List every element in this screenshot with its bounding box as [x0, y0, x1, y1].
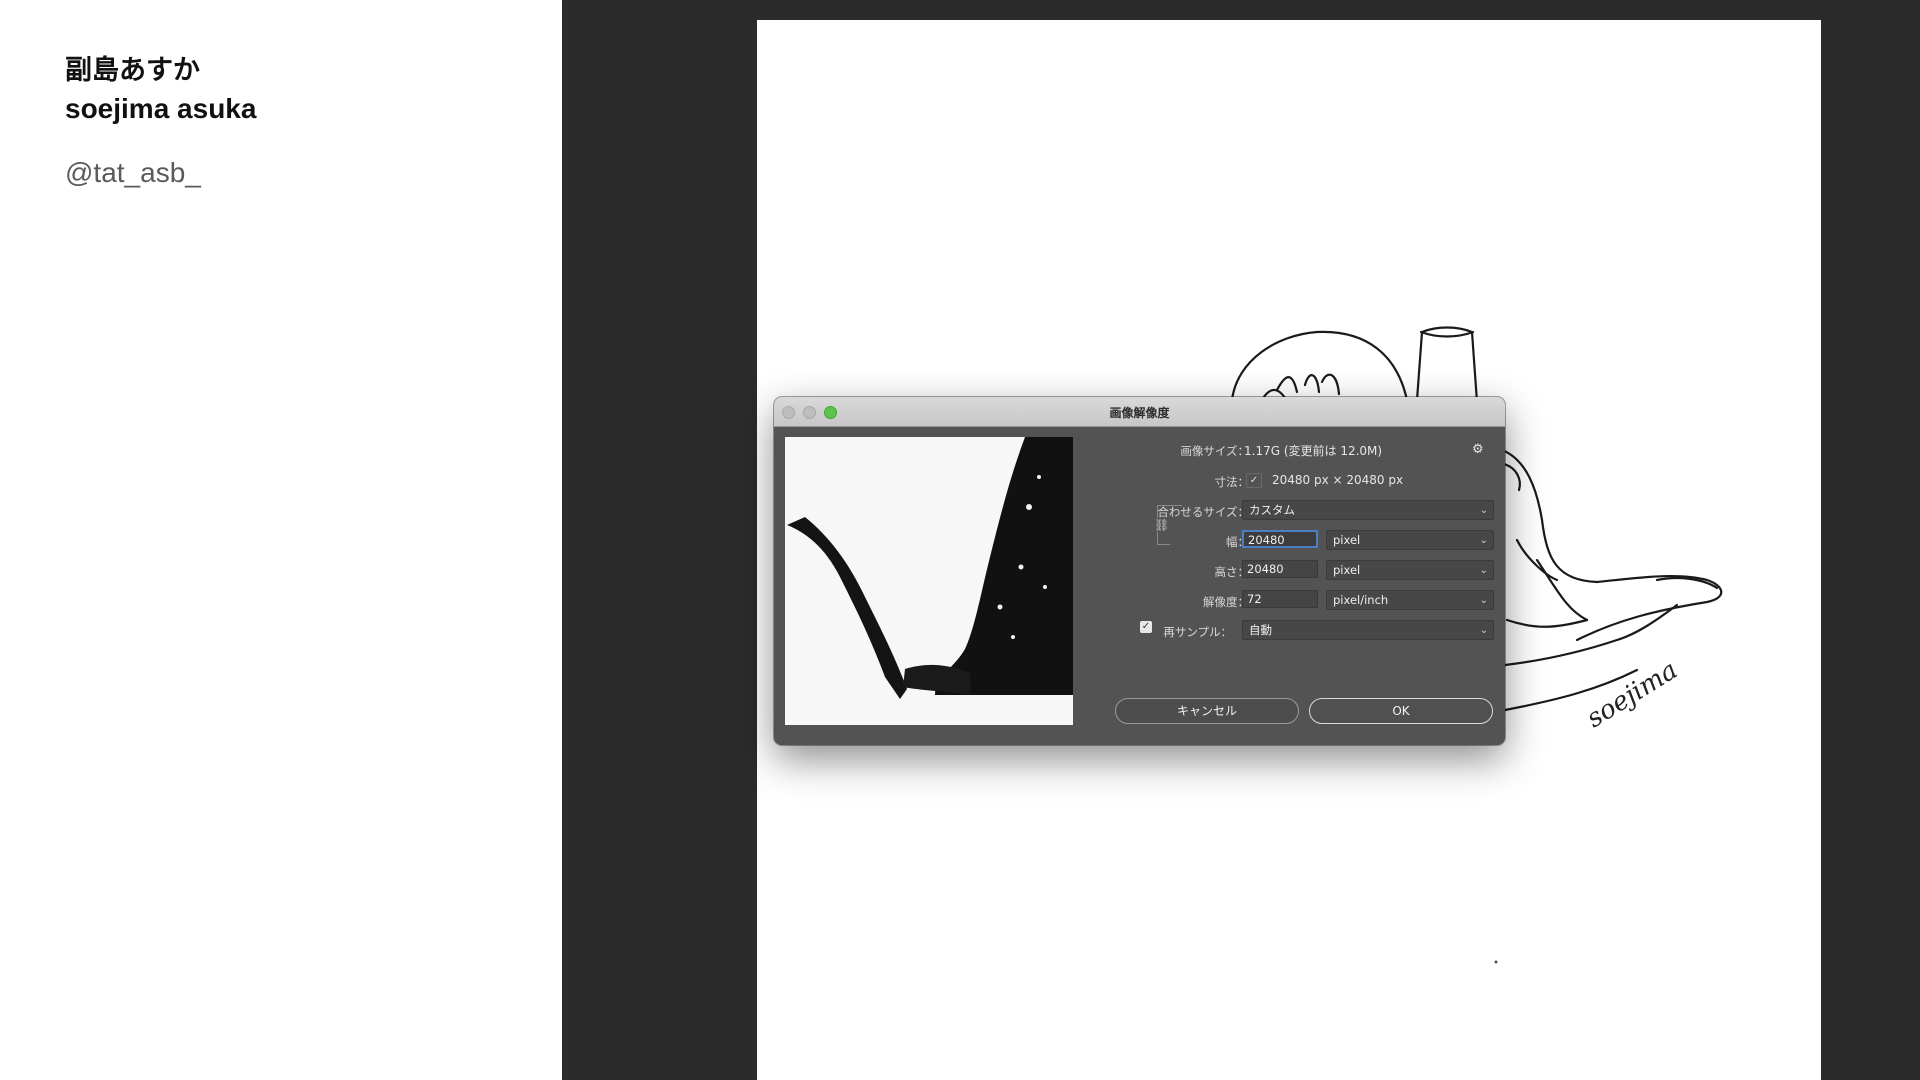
height-label: 高さ：	[1214, 565, 1250, 579]
link-icon[interactable]: ⛓	[1154, 518, 1170, 532]
artist-signature: soejima	[1581, 655, 1682, 734]
height-input[interactable]: 20480	[1242, 560, 1318, 578]
resolution-label: 解像度：	[1203, 595, 1249, 609]
cancel-button[interactable]: キャンセル	[1115, 698, 1299, 724]
gear-icon[interactable]: ⚙	[1472, 442, 1484, 457]
dimensions-label: 寸法：	[1214, 475, 1250, 489]
width-unit-value: pixel	[1333, 533, 1361, 547]
resolution-unit-value: pixel/inch	[1333, 593, 1389, 607]
chevron-down-icon: ⌄	[1479, 595, 1488, 606]
width-input[interactable]: 20480	[1242, 530, 1318, 548]
image-size-value: 1.17G (変更前は 12.0M)	[1244, 444, 1383, 458]
dimensions-unit-toggle[interactable]: ✓	[1246, 473, 1262, 488]
height-unit-select[interactable]: pixel ⌄	[1326, 560, 1494, 580]
width-label: 幅：	[1226, 535, 1249, 549]
image-preview[interactable]	[785, 437, 1073, 725]
image-resolution-dialog: 画像解像度 画像サイズ： 1.17G (変更前は 12.0M) ⚙ 寸法： ✓ …	[774, 397, 1505, 745]
author-name-english: soejima asuka	[65, 93, 257, 124]
resolution-input[interactable]: 72	[1242, 590, 1318, 608]
width-unit-select[interactable]: pixel ⌄	[1326, 530, 1494, 550]
resample-value: 自動	[1249, 623, 1272, 637]
chevron-down-icon: ⌄	[1479, 565, 1488, 576]
resolution-unit-select[interactable]: pixel/inch ⌄	[1326, 590, 1494, 610]
author-name-japanese: 副島あすか	[65, 55, 200, 86]
dialog-title: 画像解像度	[1109, 406, 1170, 420]
author-handle: @tat_asb_	[65, 157, 201, 188]
resample-select[interactable]: 自動 ⌄	[1242, 620, 1494, 640]
height-unit-value: pixel	[1333, 563, 1361, 577]
dialog-titlebar[interactable]: 画像解像度	[774, 397, 1505, 427]
caption-panel: 副島あすか soejima asuka @tat_asb_	[0, 0, 562, 1080]
chevron-down-icon: ⌄	[1479, 535, 1488, 546]
chevron-down-icon: ⌄	[1479, 505, 1488, 516]
fit-to-value: カスタム	[1249, 503, 1295, 517]
dimensions-value: 20480 px × 20480 px	[1272, 473, 1404, 487]
fit-to-select[interactable]: カスタム ⌄	[1242, 500, 1494, 520]
preview-thumbnail	[785, 437, 1073, 725]
chevron-down-icon: ⌄	[1479, 625, 1488, 636]
resample-label: 再サンプル：	[1163, 625, 1232, 639]
ok-button[interactable]: OK	[1309, 698, 1493, 724]
image-size-label: 画像サイズ：	[1180, 444, 1249, 458]
